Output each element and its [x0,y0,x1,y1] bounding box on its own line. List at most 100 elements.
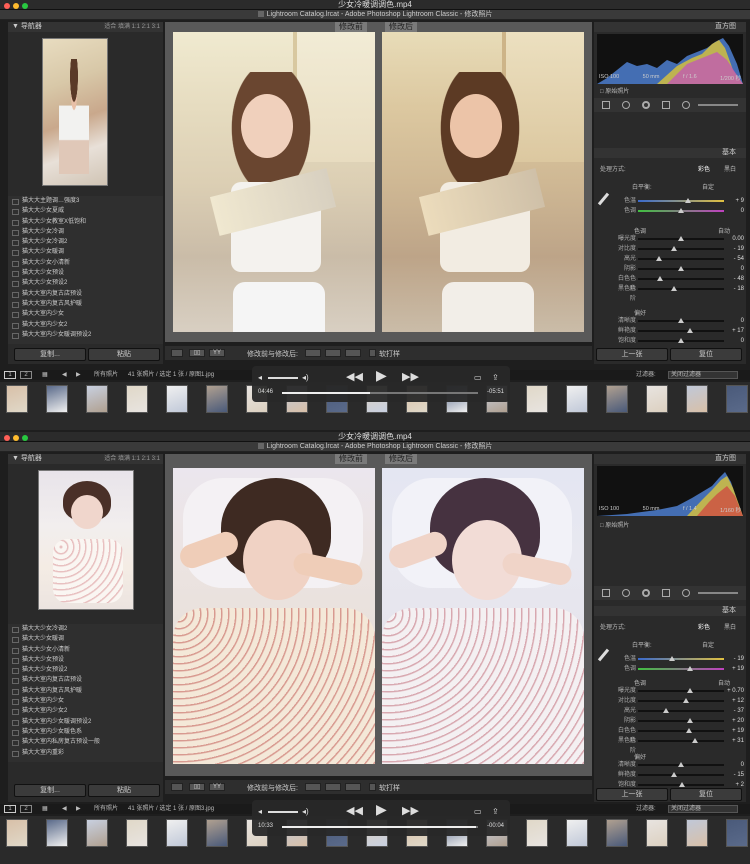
treatment-bw[interactable]: 黑白 [724,164,736,173]
slider-knob[interactable] [678,208,684,213]
rewind-icon[interactable]: ◀◀ [346,806,363,817]
slider-track[interactable] [638,698,724,703]
minimize-button[interactable] [13,3,19,9]
slider-row[interactable]: 阴影 0 [594,264,746,274]
slider-knob[interactable] [671,246,678,251]
preset-item[interactable]: 猫大大少女预设2 [8,665,163,675]
slider-value[interactable]: + 19 [722,664,744,674]
slider-knob[interactable] [671,772,678,777]
graduated-filter-icon[interactable] [662,101,670,109]
slider-track[interactable] [638,656,724,661]
slider-row[interactable]: 对比度 - 19 [594,244,746,254]
navigator-preview[interactable] [42,38,108,186]
preset-list[interactable]: 猫大大少女冷调2 猫大大少女暖调 猫大大少女小清新 猫大大少女预设 猫大大少女预设2 猫大… [8,624,163,762]
preset-item[interactable]: 猫大大室内少女暖色系 [8,727,163,737]
slider-row[interactable]: 色温 + 9 [594,196,746,206]
volume-high-icon[interactable]: ◂) [302,372,309,383]
slider-row[interactable]: 鲜艳度 + 17 [594,326,746,336]
volume-slider[interactable] [268,377,298,379]
slider-track[interactable] [638,762,724,767]
preset-item[interactable]: 猫大大少女小清新 [8,258,163,268]
slider-track[interactable] [638,782,724,787]
preset-item[interactable]: 猫大大室内复古店预设 [8,289,163,299]
back-arrow-icon[interactable]: ◀ [62,804,67,814]
yy-mode-button[interactable]: YY [209,349,225,357]
slider-knob[interactable] [683,698,690,703]
slider-track[interactable] [638,256,724,261]
copy-button[interactable]: 复制... [14,348,86,361]
filmstrip-thumb[interactable] [86,819,108,847]
screen-1-button[interactable]: 1 [4,805,16,813]
preset-item[interactable]: 猫大大室内少女暖调预设2 [8,717,163,727]
preset-item[interactable]: 猫大大室内少女2 [8,320,163,330]
copy-after-to-before-button[interactable] [325,349,341,357]
basic-header[interactable]: 基本 [594,148,746,158]
screen-2-button[interactable]: 2 [20,371,32,379]
filmstrip-thumb[interactable] [166,385,188,413]
brush-size-slider[interactable] [698,592,738,594]
slider-knob[interactable] [686,688,693,693]
slider-track[interactable] [638,338,724,343]
spot-removal-icon[interactable] [622,589,630,597]
preset-item[interactable]: 猫大大室内复古店预设 [8,675,163,685]
filter-select[interactable]: 关闭过滤器 [668,371,738,379]
filmstrip-thumb[interactable] [526,819,548,847]
fast-forward-icon[interactable]: ▶▶ [402,806,419,817]
preset-item[interactable]: 猫大大少女预设 [8,268,163,278]
preset-item[interactable]: 猫大大少女冷调 [8,227,163,237]
before-after-mode-button[interactable]: ▯▯ [189,783,205,791]
slider-knob[interactable] [686,328,693,333]
slider-value[interactable]: 0 [722,206,744,216]
slider-row[interactable]: 色调 0 [594,206,746,216]
before-photo[interactable] [173,468,375,764]
slider-knob[interactable] [655,256,662,261]
basic-header[interactable]: 基本 [594,606,746,616]
slider-value[interactable]: - 37 [722,706,744,716]
preset-item[interactable]: 猫大大少女预设2 [8,278,163,288]
filter-select[interactable]: 关闭过滤器 [668,805,738,813]
redeye-icon[interactable] [642,589,650,597]
zoom-button[interactable] [22,435,28,441]
slider-value[interactable]: + 9 [722,196,744,206]
volume-high-icon[interactable]: ◂) [302,806,309,817]
filmstrip-thumb[interactable] [526,385,548,413]
filmstrip-thumb[interactable] [6,385,28,413]
slider-track[interactable] [638,318,724,323]
slider-value[interactable]: - 54 [722,254,744,264]
volume-low-icon[interactable]: ◂ [258,372,262,383]
slider-track[interactable] [638,688,724,693]
filmstrip-thumb[interactable] [126,819,148,847]
preset-item[interactable]: 猫大大室内少女2 [8,706,163,716]
filmstrip-thumb[interactable] [566,819,588,847]
preset-item[interactable]: 猫大大室内少女 [8,309,163,319]
slider-value[interactable]: 0 [722,316,744,326]
slider-track[interactable] [638,246,724,251]
forward-arrow-icon[interactable]: ▶ [76,370,81,380]
filmstrip-thumb[interactable] [206,819,228,847]
slider-track[interactable] [638,772,724,777]
screen-1-button[interactable]: 1 [4,371,16,379]
wb-value[interactable]: 自定 [702,640,714,649]
slider-knob[interactable] [686,718,693,723]
forward-arrow-icon[interactable]: ▶ [76,804,81,814]
slider-knob[interactable] [678,236,684,241]
graduated-filter-icon[interactable] [662,589,670,597]
slider-row[interactable]: 色调 + 19 [594,664,746,674]
paste-button[interactable]: 粘贴 [88,784,160,797]
slider-row[interactable]: 高光 - 37 [594,706,746,716]
slider-track[interactable] [638,738,724,743]
preset-item[interactable]: 猫大大少女教室X低饱和 [8,217,163,227]
slider-value[interactable]: 0 [722,336,744,346]
navigator-zoom-options[interactable]: 适合 填满 1:1 2:1 3:1 [104,454,160,464]
volume-slider[interactable] [268,811,298,813]
slider-track[interactable] [638,286,724,291]
filmstrip-thumb[interactable] [726,819,748,847]
radial-filter-icon[interactable] [682,589,690,597]
rewind-icon[interactable]: ◀◀ [346,372,363,383]
redeye-icon[interactable] [642,101,650,109]
preset-item[interactable]: 猫大大室内少女 [8,696,163,706]
after-photo[interactable] [382,32,584,332]
slider-row[interactable]: 饱和度 0 [594,336,746,346]
slider-value[interactable]: 0 [722,264,744,274]
slider-value[interactable]: + 31 [722,736,744,746]
